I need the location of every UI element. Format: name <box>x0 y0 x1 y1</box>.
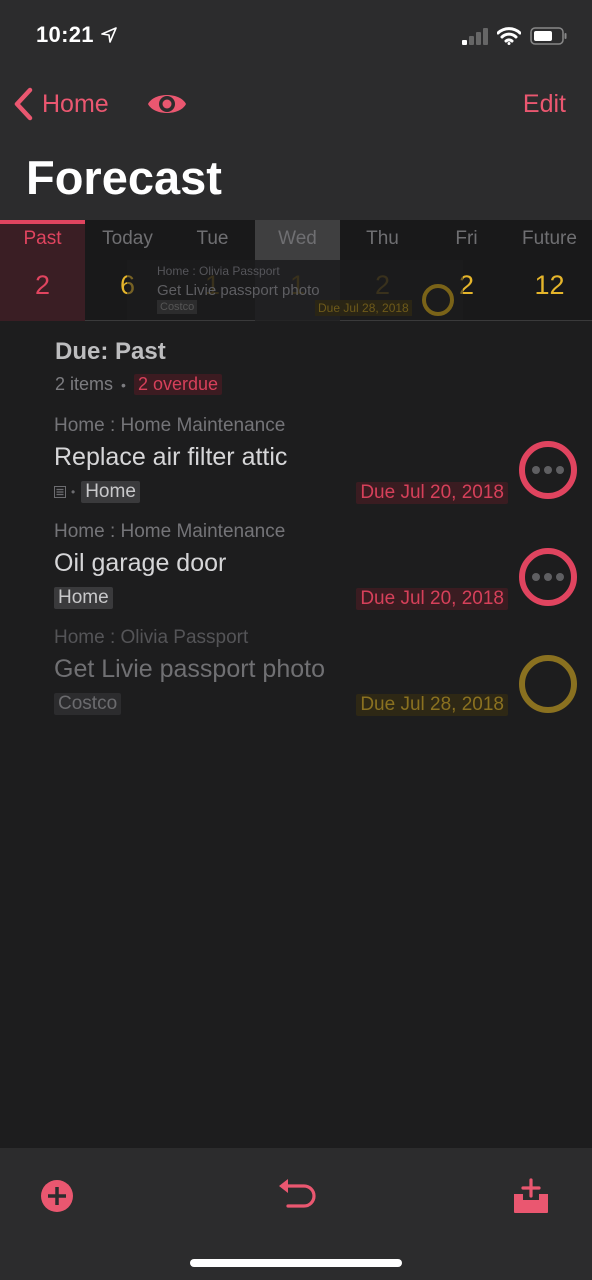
forecast-tab-count: 2 <box>458 270 475 300</box>
task-meta: Home <box>54 587 113 609</box>
location-arrow-icon <box>101 27 117 43</box>
forecast-strip: Past 2 Today 6 Tue 1 Wed 1 Thu 2 Fri 2 F… <box>0 220 592 321</box>
task-tag[interactable]: Home <box>54 587 113 609</box>
task-due-date: Due Jul 20, 2018 <box>356 482 508 504</box>
task-breadcrumb: Home : Olivia Passport <box>54 627 249 648</box>
forecast-tab-count: 12 <box>534 270 565 300</box>
forecast-tab-count: 1 <box>289 270 306 300</box>
forecast-tab-past[interactable]: Past 2 <box>0 220 85 321</box>
overdue-badge: 2 overdue <box>133 374 222 395</box>
more-dots-icon <box>525 447 571 493</box>
note-icon <box>54 486 66 498</box>
eye-icon[interactable] <box>147 88 187 120</box>
task-tag[interactable]: Costco <box>54 693 122 715</box>
section-meta: 2 items • 2 overdue <box>55 374 222 395</box>
home-indicator[interactable] <box>190 1259 402 1267</box>
forecast-tab-tue[interactable]: Tue 1 <box>170 220 255 321</box>
inbox-add-icon[interactable] <box>511 1176 551 1216</box>
forecast-tab-count: 2 <box>374 270 391 300</box>
task-title: Oil garage door <box>54 549 227 577</box>
task-tag[interactable]: Home <box>81 481 140 503</box>
task-breadcrumb: Home : Home Maintenance <box>54 415 286 436</box>
forecast-tab-label: Fri <box>455 228 478 249</box>
task-meta: Costco <box>54 693 122 715</box>
forecast-tab-future[interactable]: Future 12 <box>507 220 592 321</box>
task-title: Get Livie passport photo <box>54 655 325 683</box>
task-status-button[interactable] <box>519 548 577 606</box>
forecast-tab-today[interactable]: Today 6 <box>85 220 170 321</box>
forecast-tab-fri[interactable]: Fri 2 <box>424 220 509 321</box>
forecast-tab-label: Past <box>23 228 62 249</box>
forecast-tab-label: Today <box>102 228 153 249</box>
battery-icon <box>530 27 567 45</box>
cellular-signal-icon <box>462 28 488 45</box>
task-row[interactable]: Home : Home Maintenance Replace air filt… <box>0 409 592 513</box>
back-label: Home <box>42 89 109 118</box>
task-due-date: Due Jul 20, 2018 <box>356 588 508 610</box>
task-meta: • Home <box>54 481 140 503</box>
forecast-tab-count: 6 <box>119 270 136 300</box>
forecast-tab-count: 2 <box>34 270 51 300</box>
section-header: Due: Past 2 items • 2 overdue <box>55 338 222 395</box>
forecast-tab-wed[interactable]: Wed 1 <box>255 220 340 321</box>
task-due-date: Due Jul 28, 2018 <box>356 694 508 716</box>
task-breadcrumb: Home : Home Maintenance <box>54 521 286 542</box>
forecast-tab-thu[interactable]: Thu 2 <box>340 220 425 321</box>
chevron-left-icon <box>14 87 33 121</box>
forecast-tab-label: Thu <box>366 228 399 249</box>
edit-button[interactable]: Edit <box>523 90 566 119</box>
page-title: Forecast <box>26 151 222 204</box>
status-time: 10:21 <box>36 22 94 47</box>
back-button[interactable]: Home <box>12 86 109 122</box>
task-row[interactable]: Home : Home Maintenance Oil garage door … <box>0 515 592 619</box>
task-status-button[interactable] <box>519 441 577 499</box>
section-title: Due: Past <box>55 338 166 365</box>
wifi-icon <box>497 27 521 45</box>
separator-dot: • <box>71 485 76 499</box>
status-bar: 10:21 <box>0 0 592 70</box>
forecast-tab-label: Future <box>522 228 577 249</box>
task-row[interactable]: Home : Olivia Passport Get Livie passpor… <box>0 621 592 725</box>
nav-bar: Home Edit Forecast <box>0 70 592 220</box>
separator-dot: • <box>121 376 126 393</box>
forecast-tab-count: 1 <box>204 270 221 300</box>
plus-circle-icon[interactable] <box>37 1176 77 1216</box>
task-status-button[interactable] <box>519 655 577 713</box>
forecast-tab-label: Wed <box>278 228 317 249</box>
items-count: 2 items <box>55 374 114 394</box>
forecast-tab-label: Tue <box>196 228 229 249</box>
undo-icon[interactable] <box>276 1176 316 1216</box>
more-dots-icon <box>525 554 571 600</box>
task-title: Replace air filter attic <box>54 443 288 471</box>
